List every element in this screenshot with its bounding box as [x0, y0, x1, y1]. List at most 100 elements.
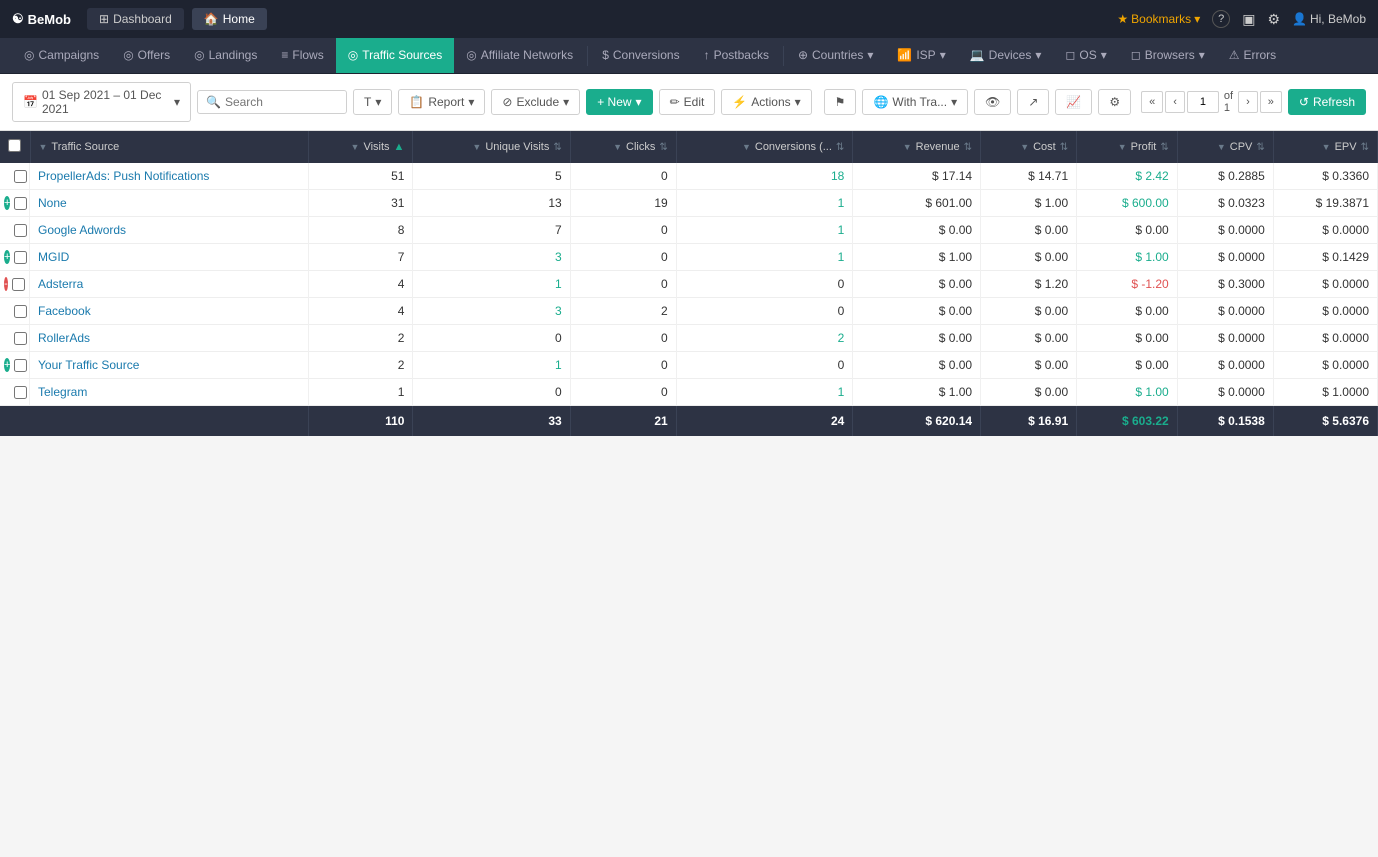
nav-offers[interactable]: ◎ Offers: [111, 38, 182, 74]
eye-btn[interactable]: 👁: [974, 89, 1011, 115]
date-picker[interactable]: 📅 01 Sep 2021 – 01 Dec 2021 ▾: [12, 82, 191, 122]
col-header-cpv[interactable]: ▼ CPV ⇅: [1177, 131, 1273, 163]
col-header-visits[interactable]: ▼ Visits ▲: [308, 131, 413, 163]
col-header-revenue[interactable]: ▼ Revenue ⇅: [853, 131, 981, 163]
row-checkbox-7[interactable]: [14, 359, 27, 372]
nav-errors[interactable]: ⚠ Errors: [1217, 38, 1288, 74]
nav-traffic-sources[interactable]: ◎ Traffic Sources: [336, 38, 455, 74]
row-name-link-7[interactable]: Your Traffic Source: [38, 358, 139, 372]
page-number-input[interactable]: [1187, 91, 1219, 113]
row-name-link-3[interactable]: MGID: [38, 250, 69, 264]
actions-icon: ⚡: [732, 95, 747, 109]
share-btn[interactable]: ↗: [1017, 89, 1049, 115]
col-header-clicks[interactable]: ▼ Clicks ⇅: [570, 131, 676, 163]
row-cost-0: $ 14.71: [981, 163, 1077, 190]
table-row: + MGID 7 3 0 1 $ 1.00 $ 0.00 $ 1.00 $ 0.…: [0, 244, 1378, 271]
refresh-btn[interactable]: ↺ Refresh: [1288, 89, 1366, 115]
row-name-link-5[interactable]: Facebook: [38, 304, 91, 318]
prev-page-btn[interactable]: ‹: [1165, 91, 1185, 113]
row-checkbox-1[interactable]: [14, 197, 27, 210]
chart-btn[interactable]: 📈: [1055, 89, 1092, 115]
nav-devices[interactable]: 💻 Devices ▾: [958, 38, 1054, 74]
nav-conversions[interactable]: $ Conversions: [590, 38, 691, 74]
page-total-text: of 1: [1221, 90, 1236, 114]
nav-isp[interactable]: 📶 ISP ▾: [885, 38, 957, 74]
new-btn[interactable]: + New ▾: [586, 89, 652, 115]
row-checkbox-5[interactable]: [14, 305, 27, 318]
row-checkbox-8[interactable]: [14, 386, 27, 399]
nav-postbacks[interactable]: ↑ Postbacks: [692, 38, 781, 74]
nav-campaigns[interactable]: ◎ Campaigns: [12, 38, 111, 74]
help-icon[interactable]: ?: [1212, 10, 1230, 28]
flag-btn[interactable]: ⚑: [824, 89, 857, 115]
nav-os[interactable]: ◻ OS ▾: [1053, 38, 1118, 74]
row-clicks-4: 0: [570, 271, 676, 298]
secondary-nav: ◎ Campaigns ◎ Offers ◎ Landings ≡ Flows …: [0, 38, 1378, 74]
settings-btn[interactable]: ⚙: [1098, 89, 1131, 115]
row-name-link-4[interactable]: Adsterra: [38, 277, 83, 291]
user-icon: 👤: [1292, 12, 1307, 26]
col-header-conversions[interactable]: ▼ Conversions (... ⇅: [676, 131, 853, 163]
nav-flows[interactable]: ≡ Flows: [269, 38, 335, 74]
row-unique-visits-0: 5: [413, 163, 570, 190]
exclude-icon: ⊘: [502, 95, 512, 109]
row-checkbox-3[interactable]: [14, 251, 27, 264]
notifications-icon[interactable]: ▣: [1242, 11, 1255, 28]
row-name-7: Your Traffic Source: [30, 352, 308, 379]
cost-sort-icon: ⇅: [1060, 142, 1068, 153]
col-header-traffic-source[interactable]: ▼ Traffic Source: [30, 131, 308, 163]
indicator-green[interactable]: +: [4, 358, 10, 372]
t-filter-btn[interactable]: T ▾: [353, 89, 392, 115]
table-row: + PropellerAds: Push Notifications 51 5 …: [0, 163, 1378, 190]
indicator-red[interactable]: -: [4, 277, 8, 291]
select-all-checkbox[interactable]: [8, 139, 21, 152]
bookmarks-btn[interactable]: ★ Bookmarks ▾: [1117, 12, 1200, 26]
search-input[interactable]: [225, 95, 345, 109]
countries-label: Countries: [812, 48, 863, 62]
row-profit-8: $ 1.00: [1077, 379, 1178, 406]
user-label: Hi, BeMob: [1310, 12, 1366, 26]
nav-countries[interactable]: ⊕ Countries ▾: [786, 38, 885, 74]
data-table: ▼ Traffic Source ▼ Visits ▲ ▼: [0, 131, 1378, 436]
nav-tab-home[interactable]: 🏠 Home: [192, 8, 267, 30]
indicator-green[interactable]: +: [4, 196, 10, 210]
row-checkbox-2[interactable]: [14, 224, 27, 237]
col-header-epv[interactable]: ▼ EPV ⇅: [1273, 131, 1377, 163]
row-checkbox-0[interactable]: [14, 170, 27, 183]
row-checkbox-6[interactable]: [14, 332, 27, 345]
row-name-link-0[interactable]: PropellerAds: Push Notifications: [38, 169, 209, 183]
row-name-link-2[interactable]: Google Adwords: [38, 223, 126, 237]
row-name-6: RollerAds: [30, 325, 308, 352]
actions-btn[interactable]: ⚡ Actions ▾: [721, 89, 811, 115]
settings-icon[interactable]: ⚙: [1267, 11, 1280, 28]
row-indicator-cell: +: [0, 352, 30, 378]
indicator-green[interactable]: +: [4, 250, 10, 264]
campaigns-icon: ◎: [24, 48, 34, 62]
col-header-unique-visits[interactable]: ▼ Unique Visits ⇅: [413, 131, 570, 163]
search-box[interactable]: 🔍: [197, 90, 347, 114]
row-cost-6: $ 0.00: [981, 325, 1077, 352]
t-icon: T: [364, 95, 371, 109]
row-name-link-8[interactable]: Telegram: [38, 385, 87, 399]
refresh-icon: ↺: [1299, 95, 1309, 109]
exclude-btn[interactable]: ⊘ Exclude ▾: [491, 89, 580, 115]
first-page-btn[interactable]: «: [1141, 91, 1163, 113]
nav-tab-dashboard[interactable]: ⊞ Dashboard: [87, 8, 184, 30]
last-page-btn[interactable]: »: [1260, 91, 1282, 113]
report-btn[interactable]: 📋 Report ▾: [398, 89, 485, 115]
row-name-link-6[interactable]: RollerAds: [38, 331, 90, 345]
user-menu[interactable]: 👤 Hi, BeMob: [1292, 12, 1366, 26]
edit-btn[interactable]: ✏ Edit: [659, 89, 716, 115]
next-page-btn[interactable]: ›: [1238, 91, 1258, 113]
row-name-link-1[interactable]: None: [38, 196, 67, 210]
nav-affiliate-networks[interactable]: ◎ Affiliate Networks: [454, 38, 585, 74]
row-name-1: None: [30, 190, 308, 217]
row-conversions-5: 0: [676, 298, 853, 325]
nav-browsers[interactable]: ◻ Browsers ▾: [1119, 38, 1217, 74]
row-checkbox-4[interactable]: [12, 278, 25, 291]
col-header-profit[interactable]: ▼ Profit ⇅: [1077, 131, 1178, 163]
col-header-cost[interactable]: ▼ Cost ⇅: [981, 131, 1077, 163]
with-tra-btn[interactable]: 🌐 With Tra... ▾: [862, 89, 968, 115]
row-unique-visits-1: 13: [413, 190, 570, 217]
nav-landings[interactable]: ◎ Landings: [182, 38, 269, 74]
